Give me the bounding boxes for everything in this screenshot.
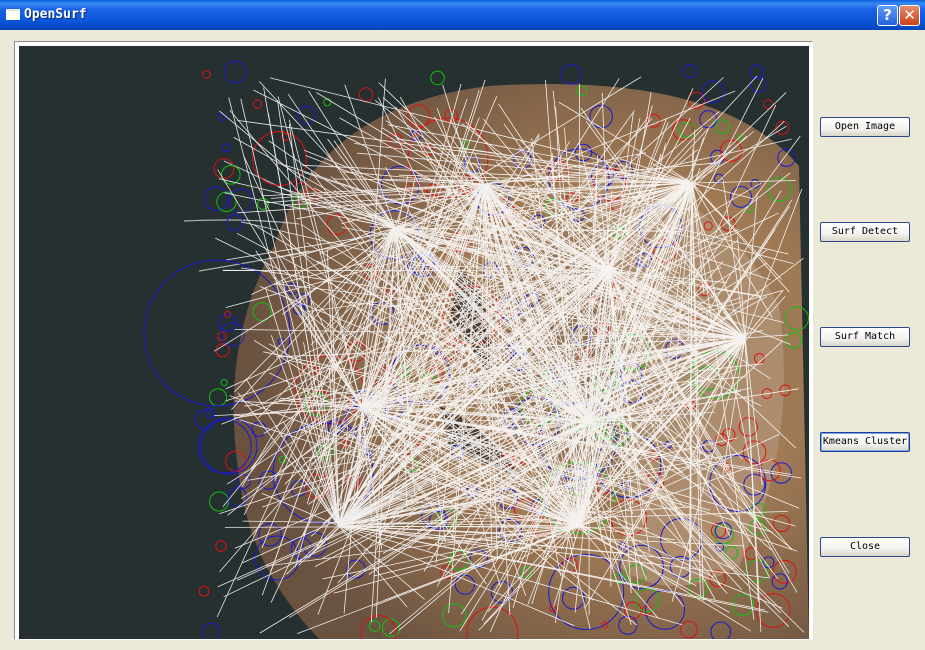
close-window-button[interactable]: ✕ xyxy=(899,5,920,26)
window-icon xyxy=(6,9,20,20)
surf-result-image xyxy=(19,46,809,639)
image-panel xyxy=(14,41,813,640)
kmeans-cluster-button[interactable]: Kmeans Cluster xyxy=(820,432,910,452)
opensurf-window: OpenSurf ? ✕ Open Image Surf Detect Surf… xyxy=(0,0,925,650)
close-button[interactable]: Close xyxy=(820,537,910,557)
open-image-button[interactable]: Open Image xyxy=(820,117,910,137)
window-title: OpenSurf xyxy=(24,7,87,22)
help-button[interactable]: ? xyxy=(877,5,898,26)
surf-match-button[interactable]: Surf Match xyxy=(820,327,910,347)
title-bar[interactable]: OpenSurf ? ✕ xyxy=(0,0,925,30)
surf-detect-button[interactable]: Surf Detect xyxy=(820,222,910,242)
